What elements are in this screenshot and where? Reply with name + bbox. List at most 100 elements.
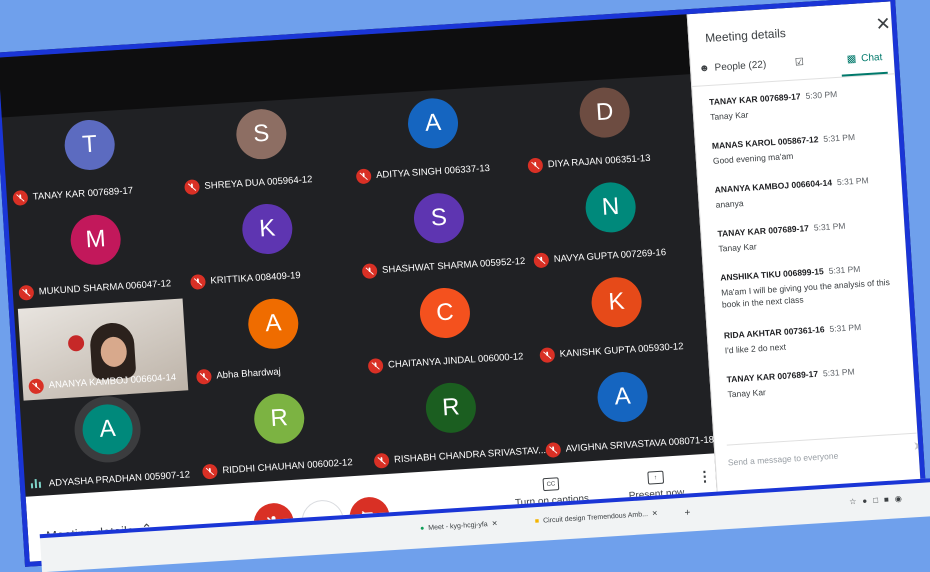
background-flower [67,334,85,352]
participant-name: KRITTIKA 008409-19 [210,270,301,287]
participant-name: Abha Bhardwaj [216,366,282,382]
participant-tile[interactable]: A Abha Bhardwaj [185,285,363,391]
mic-off-icon [367,358,384,374]
checkbox-icon: ☑ [794,56,805,69]
mic-off-icon [361,263,378,280]
avatar: A [596,370,650,424]
browser-tab[interactable]: ■ Circuit design Tremendous Amb... ✕ [535,509,658,525]
mic-off-icon [545,442,562,458]
participant-tile[interactable]: S SHASHWAT SHARMA 005952-12 [351,180,529,286]
mic-off-icon [184,179,201,196]
chat-message: TANAY KAR 007689-17 5:31 PM Tanay Kar [717,217,898,254]
avatar: C [418,286,472,340]
mic-off-icon [18,284,35,301]
captions-icon: CC [542,477,560,492]
mic-off-icon [533,252,550,269]
participant-name: ADITYA SINGH 006337-13 [375,162,491,182]
send-icon[interactable]: ➤ [913,438,924,453]
mic-off-icon [355,168,372,185]
message-sender: TANAY KAR 007689-17 [708,91,801,107]
mic-off-icon [28,378,45,395]
participant-tile[interactable]: N NAVYA GUPTA 007269-16 [523,169,701,275]
mic-off-icon [201,463,218,480]
tab-chat[interactable]: ▩ Chat [846,52,882,65]
more-options-icon[interactable]: ⋮ [697,468,712,486]
chat-message: ANSHIKA TIKU 006899-15 5:31 PM Ma'am I wi… [720,261,902,310]
participant-video-tile[interactable]: ANANYA KAMBOJ 006604-14 [17,298,189,401]
participant-name: ADYASHA PRADHAN 005907-12 [48,469,191,490]
panel-title: Meeting details [704,26,787,46]
chat-tab-label: Chat [860,52,883,65]
avatar: K [590,275,644,329]
message-sender: TANAY KAR 007689-17 [717,223,810,239]
avatar: K [240,202,294,256]
message-sender: TANAY KAR 007689-17 [726,368,819,385]
avatar: M [69,213,123,267]
tab-favicon-icon: ■ [534,517,540,525]
meet-icon: ● [419,524,425,532]
chat-message: RIDA AKHTAR 007361-16 5:31 PM I'd like 2 … [724,319,905,356]
participant-name: NAVYA GUPTA 007269-16 [553,247,667,266]
meeting-details-panel: Meeting details ✕ ☻ People (22) ☑ ▩ Chat… [686,0,928,529]
participant-tile[interactable]: A AVIGHNA SRIVASTAVA 008071-18 [535,359,715,465]
participant-name: RISHABH CHANDRA SRIVASTAV... [393,444,547,466]
message-time: 5:31 PM [822,366,855,379]
mic-off-icon [373,452,390,469]
participant-tile[interactable]: S SHREYA DUA 005964-12 [173,96,351,202]
participant-tile[interactable]: D DIYA RAJAN 006351-13 [517,74,695,180]
message-time: 5:31 PM [828,263,861,276]
chat-message: MANAS KAROL 005867-12 5:31 PM Good evenin… [712,130,893,167]
participant-grid: T TANAY KAR 007689-17 S SHREYA DUA 00596… [2,74,714,497]
participant-tile[interactable]: K KANISHK GUPTA 005930-12 [529,264,707,370]
message-time: 5:31 PM [829,321,862,334]
close-icon[interactable]: ✕ [652,509,658,517]
mic-off-icon [539,347,556,364]
avatar: D [578,86,632,140]
avatar: N [584,180,638,234]
participant-tile[interactable]: A ADYASHA PRADHAN 005907-12 [20,391,198,497]
mic-off-icon [196,368,212,385]
avatar: R [252,392,306,446]
browser-tab-title: Circuit design Tremendous Amb... [542,510,649,525]
participant-tile[interactable]: R RISHABH CHANDRA SRIVASTAV... [363,369,546,475]
participant-name: TANAY KAR 007689-17 [32,185,134,203]
avatar: S [412,191,466,245]
participant-tile[interactable]: K KRITTIKA 008409-19 [179,191,357,297]
browser-tab[interactable]: ● Meet - kyg-hcgj-yfa ✕ [420,520,498,533]
participant-tile[interactable]: A ADITYA SINGH 006337-13 [345,85,523,191]
mic-off-icon [527,157,544,174]
mic-off-icon [190,273,206,290]
active-tab-indicator [841,71,888,77]
message-time: 5:30 PM [805,88,838,101]
avatar: A [81,402,135,456]
participant-name: AVIGHNA SRIVASTAVA 008071-18 [565,434,715,455]
chat-message: TANAY KAR 007689-17 5:31 PM Tanay Kar [726,363,907,400]
present-icon: ↑ [647,470,664,485]
chat-input[interactable]: Send a message to everyone [726,432,918,468]
avatar: A [246,297,300,351]
tab-people[interactable]: ☻ People (22) [699,59,767,74]
avatar: R [424,381,478,435]
close-icon[interactable]: ✕ [491,520,498,528]
participant-tile[interactable]: R RIDDHI CHAUHAN 006002-12 [191,380,369,486]
message-time: 5:31 PM [823,131,856,144]
participant-name: CHAITANYA JINDAL 006000-12 [387,351,524,371]
close-icon[interactable]: ✕ [875,13,891,35]
chat-icon: ▩ [846,53,857,66]
avatar: S [234,107,288,161]
participant-tile[interactable]: M MUKUND SHARMA 006047-12 [8,201,186,307]
new-tab-button[interactable]: + [684,507,691,518]
participant-name: SHASHWAT SHARMA 005952-12 [381,255,526,276]
browser-tab-title: Meet - kyg-hcgj-yfa [428,520,488,532]
mic-off-icon [12,189,29,206]
browser-extension-icons[interactable]: ☆●□■◉ [849,494,908,507]
avatar: T [63,118,117,172]
message-time: 5:31 PM [813,220,846,233]
participant-tile[interactable]: C CHAITANYA JINDAL 006000-12 [357,275,535,381]
participant-name: KANISHK GUPTA 005930-12 [559,341,684,360]
participant-name: DIYA RAJAN 006351-13 [547,152,651,171]
message-time: 5:31 PM [836,175,869,188]
participant-name: RIDDHI CHAUHAN 006002-12 [222,457,353,477]
participant-tile[interactable]: T TANAY KAR 007689-17 [2,107,180,213]
tab-activities[interactable]: ☑ [795,57,805,69]
